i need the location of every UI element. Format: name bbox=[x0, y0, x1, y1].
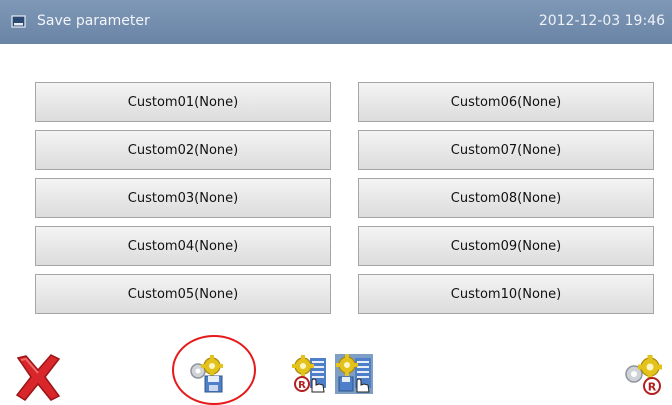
custom02-button[interactable]: Custom02(None) bbox=[35, 130, 331, 170]
custom01-button[interactable]: Custom01(None) bbox=[35, 82, 331, 122]
custom05-button[interactable]: Custom05(None) bbox=[35, 274, 331, 314]
close-button[interactable] bbox=[12, 350, 64, 405]
svg-text:R: R bbox=[648, 381, 657, 394]
save-button[interactable] bbox=[185, 354, 225, 394]
save-gear-hand-icon bbox=[336, 354, 371, 393]
save-select-button[interactable] bbox=[335, 354, 373, 394]
custom10-button[interactable]: Custom10(None) bbox=[358, 274, 654, 314]
custom-slot-grid: Custom01(None) Custom02(None) Custom03(N… bbox=[35, 82, 663, 314]
screen-title: Save parameter bbox=[37, 13, 150, 29]
svg-text:R: R bbox=[298, 380, 306, 391]
datetime-display: 2012-12-03 19:46 bbox=[538, 13, 665, 29]
window-icon bbox=[11, 15, 26, 28]
restore-gear-icon: R bbox=[625, 355, 662, 395]
custom06-button[interactable]: Custom06(None) bbox=[358, 82, 654, 122]
custom08-button[interactable]: Custom08(None) bbox=[358, 178, 654, 218]
title-bar: Save parameter 2012-12-03 19:46 bbox=[0, 0, 672, 44]
close-icon bbox=[15, 354, 61, 401]
custom04-button[interactable]: Custom04(None) bbox=[35, 226, 331, 266]
custom03-button[interactable]: Custom03(None) bbox=[35, 178, 331, 218]
load-button[interactable]: R bbox=[290, 354, 328, 394]
custom07-button[interactable]: Custom07(None) bbox=[358, 130, 654, 170]
load-gear-hand-icon: R bbox=[292, 355, 326, 393]
custom09-button[interactable]: Custom09(None) bbox=[358, 226, 654, 266]
save-gear-disk-icon bbox=[190, 355, 223, 393]
restore-button[interactable]: R bbox=[620, 352, 666, 398]
